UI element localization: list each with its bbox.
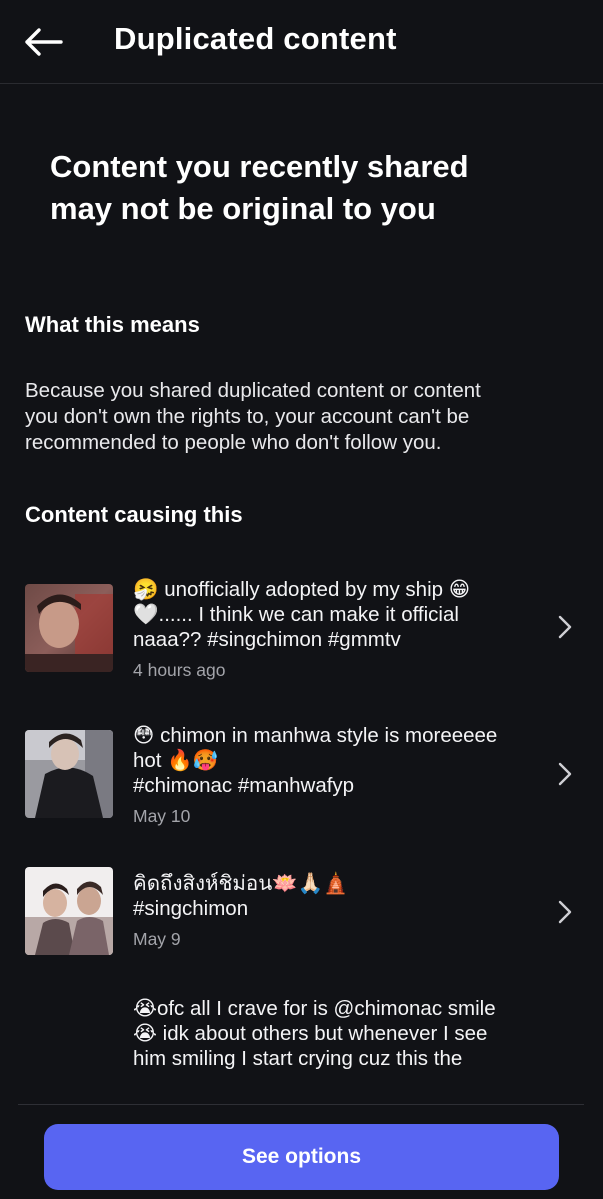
content-item[interactable]: คิดถึงสิงห์ชิม่อน🪷🙏🏻🛕 #singchimon May 9 bbox=[0, 857, 603, 967]
chevron-right-icon bbox=[556, 761, 574, 787]
caption-line-2: hot 🔥🥵 bbox=[133, 749, 219, 772]
caption-line-2: #singchimon bbox=[133, 897, 249, 920]
caption-line-2: 🤍...... I think we can make it official bbox=[133, 603, 459, 626]
video-thumbnail bbox=[25, 867, 113, 955]
thumbnail-image bbox=[25, 730, 113, 818]
headline-line-1: Content you recently shared bbox=[50, 149, 469, 184]
what-this-means-heading: What this means bbox=[25, 312, 200, 337]
chevron-right-icon bbox=[556, 614, 574, 640]
caption-line-1: คิดถึงสิงห์ชิม่อน🪷🙏🏻🛕 bbox=[133, 872, 349, 895]
caption-line-1: 🤧 unofficially adopted by my ship 😁 bbox=[133, 578, 471, 601]
item-caption: คิดถึงสิงห์ชิม่อน🪷🙏🏻🛕 #singchimon May 9 bbox=[133, 871, 533, 952]
item-caption: 😳 chimon in manhwa style is moreeeee hot… bbox=[133, 723, 533, 829]
content-item[interactable]: 😭ofc all I crave for is @chimonac smile … bbox=[0, 996, 603, 1076]
item-caption: 😭ofc all I crave for is @chimonac smile … bbox=[133, 996, 533, 1071]
content-item[interactable]: 🤧 unofficially adopted by my ship 😁 🤍...… bbox=[0, 574, 603, 684]
chevron-right-icon bbox=[556, 899, 574, 925]
page-title: Duplicated content bbox=[114, 21, 397, 56]
headline: Content you recently shared may not be o… bbox=[50, 146, 550, 230]
thumbnail-image bbox=[25, 584, 113, 672]
footer-divider bbox=[18, 1104, 584, 1105]
video-thumbnail bbox=[25, 730, 113, 818]
caption-line-3: naaa?? #singchimon #gmmtv bbox=[133, 628, 401, 651]
post-date: May 10 bbox=[133, 806, 191, 826]
duplicated-content-screen: Duplicated content Content you recently … bbox=[0, 0, 603, 1199]
explanation-text: Because you shared duplicated content or… bbox=[25, 378, 585, 456]
post-date: May 9 bbox=[133, 929, 181, 949]
headline-line-2: may not be original to you bbox=[50, 191, 436, 226]
explanation-line-2: you don't own the rights to, your accoun… bbox=[25, 405, 470, 428]
back-button[interactable] bbox=[20, 22, 66, 62]
content-item[interactable]: 😳 chimon in manhwa style is moreeeee hot… bbox=[0, 720, 603, 832]
thumbnail-image bbox=[25, 867, 113, 955]
explanation-line-1: Because you shared duplicated content or… bbox=[25, 379, 481, 402]
item-caption: 🤧 unofficially adopted by my ship 😁 🤍...… bbox=[133, 577, 533, 683]
caption-line-2: 😭 idk about others but whenever I see bbox=[133, 1022, 488, 1045]
video-thumbnail bbox=[25, 584, 113, 672]
caption-line-3: him smiling I start crying cuz this the bbox=[133, 1047, 463, 1070]
caption-line-1: 😭ofc all I crave for is @chimonac smile bbox=[133, 997, 496, 1020]
explanation-line-3: recommended to people who don't follow y… bbox=[25, 431, 442, 454]
see-options-button[interactable]: See options bbox=[44, 1124, 559, 1190]
content-causing-heading: Content causing this bbox=[25, 502, 243, 527]
top-bar: Duplicated content bbox=[0, 0, 603, 84]
post-date: 4 hours ago bbox=[133, 660, 226, 680]
caption-line-1: 😳 chimon in manhwa style is moreeeee bbox=[133, 724, 498, 747]
caption-line-3: #chimonac #manhwafyp bbox=[133, 774, 355, 797]
arrow-left-icon bbox=[25, 28, 63, 56]
